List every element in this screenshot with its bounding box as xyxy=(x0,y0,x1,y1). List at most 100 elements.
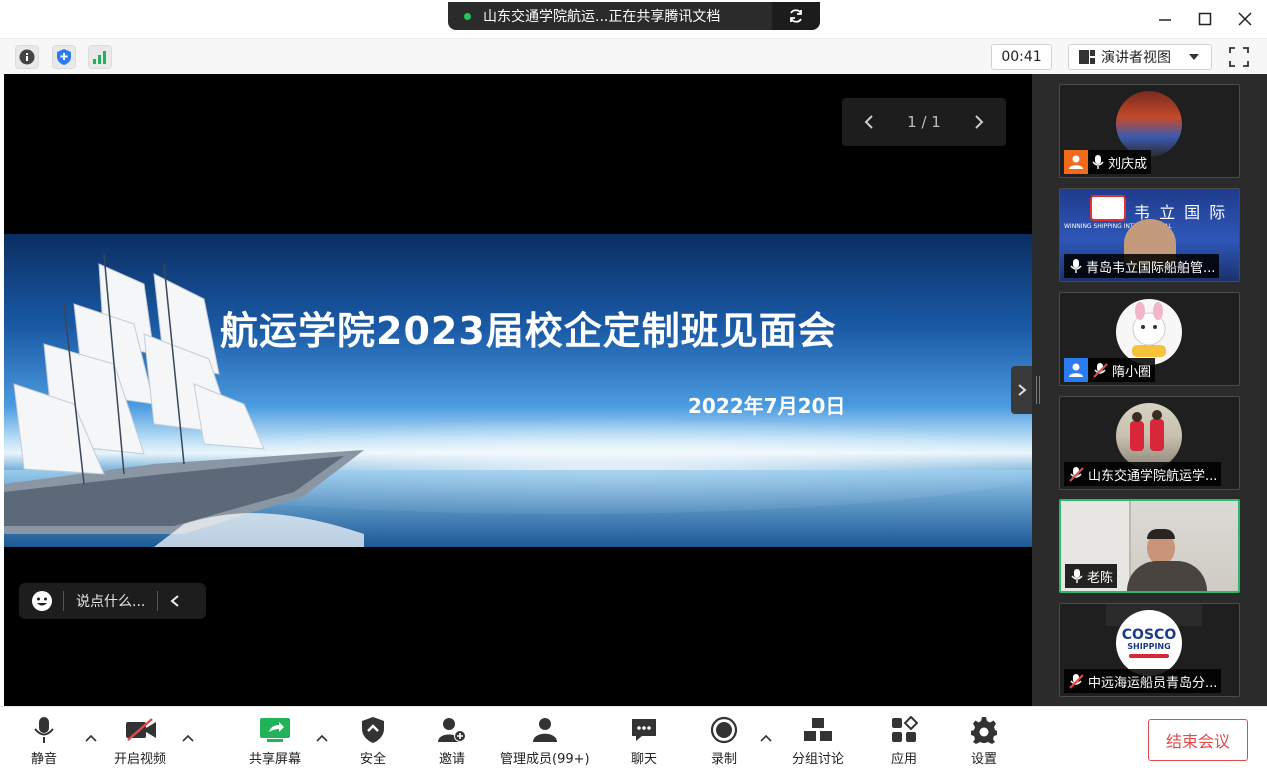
manage-members-label: 管理成员(99+) xyxy=(500,752,590,767)
security-button[interactable]: 安全 xyxy=(357,715,389,767)
settings-button[interactable]: 设置 xyxy=(968,715,1000,767)
microphone-muted-icon xyxy=(1069,467,1084,482)
avatar xyxy=(1116,299,1182,365)
maximize-icon xyxy=(1198,12,1212,26)
avatar: COSCO SHIPPING xyxy=(1116,610,1182,676)
participant-name: 中远海运船员青岛分... xyxy=(1088,675,1218,691)
close-button[interactable] xyxy=(1234,8,1256,30)
breakout-rooms-icon xyxy=(804,718,832,741)
add-user-icon xyxy=(438,718,466,742)
presentation-slide: 航运学院2023届校企定制班见面会 2022年7月20日 xyxy=(4,234,1032,547)
share-screen-button[interactable]: 共享屏幕 xyxy=(249,715,301,767)
participant-tile[interactable]: 隋小圈 xyxy=(1059,292,1240,386)
share-screen-icon xyxy=(260,718,290,742)
participant-tile-active[interactable]: 老陈 xyxy=(1059,499,1240,593)
invite-label: 邀请 xyxy=(438,752,465,767)
breakout-rooms-button[interactable]: 分组讨论 xyxy=(792,715,844,767)
participant-label: 青岛韦立国际船舶管... xyxy=(1064,254,1220,278)
close-icon xyxy=(1238,12,1252,26)
participant-label: 山东交通学院航运学... xyxy=(1064,462,1222,486)
host-badge xyxy=(1064,150,1088,174)
switch-share-button[interactable] xyxy=(772,2,820,30)
users-icon xyxy=(532,718,557,742)
participant-label: 老陈 xyxy=(1065,564,1118,588)
participant-tile[interactable]: 山东交通学院航运学... xyxy=(1059,396,1240,490)
microphone-muted-icon xyxy=(1069,674,1084,689)
record-options-caret[interactable] xyxy=(759,731,773,745)
page-indicator: 1 / 1 xyxy=(907,113,941,131)
fullscreen-button[interactable] xyxy=(1227,45,1251,69)
logo-subtext: SHIPPING xyxy=(1127,642,1171,651)
record-button[interactable]: 录制 xyxy=(708,715,740,767)
participant-tile[interactable]: COSCO SHIPPING 中远海运船员青岛分... xyxy=(1059,603,1240,697)
chevron-left-icon[interactable] xyxy=(170,594,180,608)
host-badge xyxy=(1064,358,1088,382)
chevron-up-icon xyxy=(182,734,194,742)
network-status-button[interactable] xyxy=(88,45,112,69)
apps-label: 应用 xyxy=(890,752,917,767)
chat-button[interactable]: 聊天 xyxy=(628,715,660,767)
gear-icon xyxy=(971,717,997,744)
page-navigator: 1 / 1 xyxy=(842,98,1006,146)
record-label: 录制 xyxy=(710,752,737,767)
panel-resize-handle[interactable] xyxy=(1036,376,1040,404)
view-mode-dropdown[interactable]: 演讲者视图 xyxy=(1068,44,1212,70)
chat-placeholder: 说点什么... xyxy=(76,594,146,610)
participant-label: 中远海运船员青岛分... xyxy=(1064,669,1222,693)
start-video-button[interactable]: 开启视频 xyxy=(114,715,166,767)
avatar xyxy=(1116,403,1182,469)
participant-name: 老陈 xyxy=(1087,570,1114,586)
settings-label: 设置 xyxy=(970,752,997,767)
apps-button[interactable]: 应用 xyxy=(888,715,920,767)
divider xyxy=(63,591,64,611)
chat-quick-input[interactable]: 说点什么... xyxy=(19,583,206,619)
participant-tile[interactable]: 韦 立 国 际 WINNING SHIPPING INTERNATIONAL 青… xyxy=(1059,188,1240,282)
title-bar: 山东交通学院航运...正在共享腾讯文档 xyxy=(0,0,1267,38)
breakout-rooms-label: 分组讨论 xyxy=(792,752,845,767)
user-icon xyxy=(1069,363,1083,377)
slide-background-art xyxy=(4,253,1032,547)
participant-name: 青岛韦立国际船舶管... xyxy=(1086,260,1216,276)
end-meeting-button[interactable]: 结束会议 xyxy=(1148,719,1248,761)
chevron-down-icon xyxy=(1189,54,1199,60)
collapse-sidebar-button[interactable] xyxy=(1011,366,1032,414)
participant-name: 山东交通学院航运学... xyxy=(1088,468,1218,484)
logo-text: COSCO xyxy=(1121,627,1177,643)
audio-options-caret[interactable] xyxy=(84,731,98,745)
chevron-up-icon xyxy=(85,734,97,742)
start-video-label: 开启视频 xyxy=(114,752,167,767)
manage-members-button[interactable]: 管理成员(99+) xyxy=(500,715,590,767)
speaker-view-icon xyxy=(1079,50,1095,64)
shield-icon xyxy=(362,717,384,743)
chat-label: 聊天 xyxy=(630,752,657,767)
invite-button[interactable]: 邀请 xyxy=(436,715,468,767)
encryption-button[interactable] xyxy=(52,45,76,69)
microphone-icon xyxy=(1071,569,1083,583)
mute-button[interactable]: 静音 xyxy=(28,715,60,767)
signal-icon xyxy=(93,51,106,64)
next-page-icon[interactable] xyxy=(974,114,984,130)
minimize-button[interactable] xyxy=(1154,8,1176,30)
meeting-info-button[interactable] xyxy=(15,45,39,69)
emoji-icon[interactable] xyxy=(31,590,53,612)
camera-off-icon xyxy=(126,718,156,741)
prev-page-icon[interactable] xyxy=(864,114,874,130)
video-options-caret[interactable] xyxy=(181,731,195,745)
participant-tile[interactable]: 刘庆成 xyxy=(1059,84,1240,178)
fullscreen-icon xyxy=(1229,47,1249,67)
info-icon xyxy=(19,49,35,65)
mute-label: 静音 xyxy=(30,752,57,767)
share-screen-label: 共享屏幕 xyxy=(249,752,302,767)
maximize-button[interactable] xyxy=(1194,8,1216,30)
meeting-timer: 00:41 xyxy=(991,44,1052,70)
logo-stripe xyxy=(1129,654,1169,658)
cartoon-avatar-art xyxy=(1132,302,1166,357)
shield-icon xyxy=(57,49,71,65)
sharing-status-text: 山东交通学院航运...正在共享腾讯文档 xyxy=(483,9,721,25)
share-options-caret[interactable] xyxy=(315,731,329,745)
participant-label: 刘庆成 xyxy=(1064,150,1152,174)
microphone-icon xyxy=(1092,155,1104,169)
sharing-status-pill[interactable]: 山东交通学院航运...正在共享腾讯文档 xyxy=(448,2,772,30)
shared-content-stage: 1 / 1 航运学院2023届校企定制班见面会 2022年7月20日 说点什么.… xyxy=(4,74,1032,706)
user-icon xyxy=(1069,155,1083,169)
